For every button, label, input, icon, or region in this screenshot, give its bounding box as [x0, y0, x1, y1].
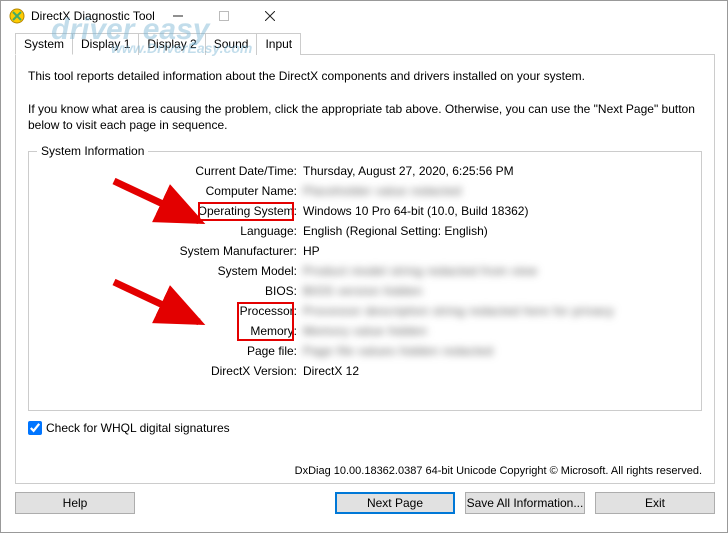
system-info-fieldset: System Information Current Date/Time: Th… — [28, 151, 702, 411]
row-model: System Model: Product model string redac… — [41, 262, 689, 279]
value-bios: BIOS version hidden — [301, 284, 423, 298]
exit-button[interactable]: Exit — [595, 492, 715, 514]
label-directx: DirectX Version: — [41, 364, 301, 378]
label-computername: Computer Name: — [41, 184, 301, 198]
row-os: Operating System: Windows 10 Pro 64-bit … — [41, 202, 689, 219]
row-datetime: Current Date/Time: Thursday, August 27, … — [41, 162, 689, 179]
content-panel: This tool reports detailed information a… — [15, 54, 715, 484]
value-pagefile: Page file values hidden redacted — [301, 344, 493, 358]
row-directx: DirectX Version: DirectX 12 — [41, 362, 689, 379]
tab-display2[interactable]: Display 2 — [138, 33, 205, 55]
whql-label: Check for WHQL digital signatures — [46, 421, 230, 435]
tab-display1[interactable]: Display 1 — [72, 33, 139, 55]
intro-text-1: This tool reports detailed information a… — [28, 69, 702, 83]
whql-checkbox[interactable] — [28, 421, 42, 435]
value-processor: Processor description string redacted he… — [301, 304, 614, 318]
intro-text-2: If you know what area is causing the pro… — [28, 101, 702, 133]
tab-strip: System Display 1 Display 2 Sound Input — [1, 31, 727, 55]
save-all-button[interactable]: Save All Information... — [465, 492, 585, 514]
row-language: Language: English (Regional Setting: Eng… — [41, 222, 689, 239]
label-manufacturer: System Manufacturer: — [41, 244, 301, 258]
annotation-highlight-os — [198, 202, 294, 221]
whql-checkbox-row[interactable]: Check for WHQL digital signatures — [28, 421, 702, 435]
row-pagefile: Page file: Page file values hidden redac… — [41, 342, 689, 359]
value-computername: Placeholder value redacted — [301, 184, 461, 198]
maximize-button[interactable] — [201, 1, 247, 31]
value-os: Windows 10 Pro 64-bit (10.0, Build 18362… — [301, 204, 528, 218]
fieldset-legend: System Information — [37, 144, 148, 158]
value-datetime: Thursday, August 27, 2020, 6:25:56 PM — [301, 164, 514, 178]
value-language: English (Regional Setting: English) — [301, 224, 488, 238]
row-computername: Computer Name: Placeholder value redacte… — [41, 182, 689, 199]
help-button[interactable]: Help — [15, 492, 135, 514]
value-model: Product model string redacted from view — [301, 264, 537, 278]
row-bios: BIOS: BIOS version hidden — [41, 282, 689, 299]
value-directx: DirectX 12 — [301, 364, 359, 378]
value-manufacturer: HP — [301, 244, 320, 258]
window-title: DirectX Diagnostic Tool — [31, 9, 155, 23]
tab-sound[interactable]: Sound — [205, 33, 258, 55]
tab-system[interactable]: System — [15, 33, 73, 55]
next-page-button[interactable]: Next Page — [335, 492, 455, 514]
titlebar: DirectX Diagnostic Tool — [1, 1, 727, 31]
annotation-highlight-proc-mem — [237, 302, 294, 341]
label-model: System Model: — [41, 264, 301, 278]
footer-buttons: Help Next Page Save All Information... E… — [1, 484, 727, 514]
close-button[interactable] — [247, 1, 293, 31]
label-language: Language: — [41, 224, 301, 238]
label-datetime: Current Date/Time: — [41, 164, 301, 178]
row-memory: Memory: Memory value hidden — [41, 322, 689, 339]
label-bios: BIOS: — [41, 284, 301, 298]
dxdiag-icon — [9, 8, 25, 24]
minimize-button[interactable] — [155, 1, 201, 31]
row-processor: Processor: Processor description string … — [41, 302, 689, 319]
copyright-text: DxDiag 10.00.18362.0387 64-bit Unicode C… — [295, 465, 702, 477]
tab-input[interactable]: Input — [256, 33, 301, 55]
value-memory: Memory value hidden — [301, 324, 427, 338]
row-manufacturer: System Manufacturer: HP — [41, 242, 689, 259]
label-pagefile: Page file: — [41, 344, 301, 358]
